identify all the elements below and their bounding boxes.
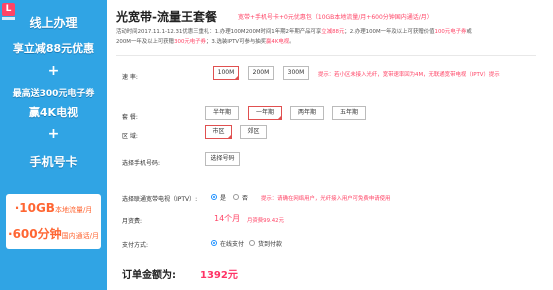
activity-highlight: 300元电子券 <box>174 39 206 45</box>
plan-option-one-year[interactable]: 一年期 <box>248 106 282 120</box>
activity-text: 活动时间2017.11.1-12.31优惠三重礼：1.办理100M200M时间1… <box>116 29 322 35</box>
payment-online-label: 在线支付 <box>220 241 245 248</box>
speed-option-300m[interactable]: 300M <box>283 66 309 80</box>
plan-option-five-year[interactable]: 五年期 <box>332 106 366 120</box>
speed-option-200m[interactable]: 200M <box>248 66 274 80</box>
plan-label: 套 餐: <box>122 114 138 121</box>
payment-label: 支付方式: <box>122 242 149 249</box>
phone-label: 选择手机号码: <box>122 160 161 167</box>
banner-line-3: 最高送300元电子券 <box>12 89 95 99</box>
banner-line-1: 线上办理 <box>29 16 78 30</box>
order-total-value: 1392元 <box>200 270 238 281</box>
activity-highlight: 100元电子券 <box>434 29 467 35</box>
iptv-hint: 提示：请确在网络用户，光纤接入用户可免费申请使用 <box>261 196 391 202</box>
activity-text: 或 <box>466 29 472 35</box>
order-total-label: 订单金额为: <box>122 270 176 281</box>
activity-line-1: 活动时间2017.11.1-12.31优惠三重礼：1.办理100M200M时间1… <box>116 27 486 37</box>
divider <box>116 55 536 56</box>
plan-option-two-year[interactable]: 两年期 <box>290 106 324 120</box>
sim-data-unit: 本地流量/月 <box>54 206 93 214</box>
payment-cod-label: 货到付款 <box>258 241 283 248</box>
plan-option-half-year[interactable]: 半年期 <box>205 106 239 120</box>
sim-row-calls: ·600分钟国内通话/月 <box>6 225 101 242</box>
sim-row-data: ·10GB本地流量/月 <box>6 201 101 215</box>
iptv-label: 选择联通宽带电视（IPTV）: <box>122 196 198 203</box>
page-title: 光宽带-流量王套餐 <box>116 10 217 24</box>
sim-calls-unit: 国内通话/月 <box>61 232 99 240</box>
monthly-fee-value: 14个月 <box>214 214 241 223</box>
activity-text: ；2.办理100M一年及以上可获赠价值 <box>344 29 435 35</box>
select-number-button[interactable]: 选择号码 <box>205 152 240 166</box>
promo-banner[interactable]: L 线上办理 享立减88元优惠 + 最高送300元电子券 赢4K电视 + 手机号… <box>0 0 107 290</box>
area-label: 区 域: <box>122 133 138 140</box>
monthly-fee-label: 月资费: <box>122 218 143 225</box>
iptv-yes-radio[interactable] <box>211 194 217 200</box>
activity-text: 。 <box>289 39 295 45</box>
iptv-yes-label: 是 <box>220 195 227 202</box>
plus-icon: + <box>47 126 60 142</box>
activity-highlight: 立减88元 <box>321 29 345 35</box>
iptv-no-label: 否 <box>242 195 249 202</box>
activity-description: 活动时间2017.11.1-12.31优惠三重礼：1.办理100M200M时间1… <box>116 27 486 47</box>
payment-online-radio[interactable] <box>211 240 217 246</box>
area-option-city[interactable]: 市区 <box>205 125 232 139</box>
payment-cod-radio[interactable] <box>249 240 255 246</box>
sim-calls-amount: ·600分钟 <box>8 227 62 241</box>
activity-text: ；3.选装IPTV可参与抽奖 <box>205 39 267 45</box>
monthly-fee-sub: 月资费99.42元 <box>247 218 284 224</box>
activity-line-2: 200M一年及以上可获赠300元电子券；3.选装IPTV可参与抽奖赢4K电视。 <box>116 37 486 47</box>
activity-text: 200M一年及以上可获赠 <box>116 39 175 45</box>
activity-highlight: 赢4K电视 <box>266 39 290 45</box>
banner-line-2: 享立减88元优惠 <box>12 42 95 55</box>
banner-line-5: 手机号卡 <box>29 155 78 169</box>
banner-line-4: 赢4K电视 <box>28 106 79 119</box>
iptv-no-radio[interactable] <box>233 194 239 200</box>
area-option-suburb[interactable]: 郊区 <box>240 125 267 139</box>
sim-data-amount: ·10GB <box>14 201 55 215</box>
sim-card-box: ·10GB本地流量/月 ·600分钟国内通话/月 <box>6 194 101 249</box>
speed-hint: 提示：若小区未接入光纤，宽带速率回为4M，无联通宽带电视（IPTV）提示 <box>318 72 500 78</box>
speed-label: 速 率: <box>122 74 138 81</box>
promo-subtitle: 宽带+手机号卡+0元优惠包（10GB本地流量/月+600分钟国内通话/月） <box>238 14 433 21</box>
plus-icon: + <box>47 63 60 79</box>
speed-option-100m[interactable]: 100M <box>213 66 239 80</box>
